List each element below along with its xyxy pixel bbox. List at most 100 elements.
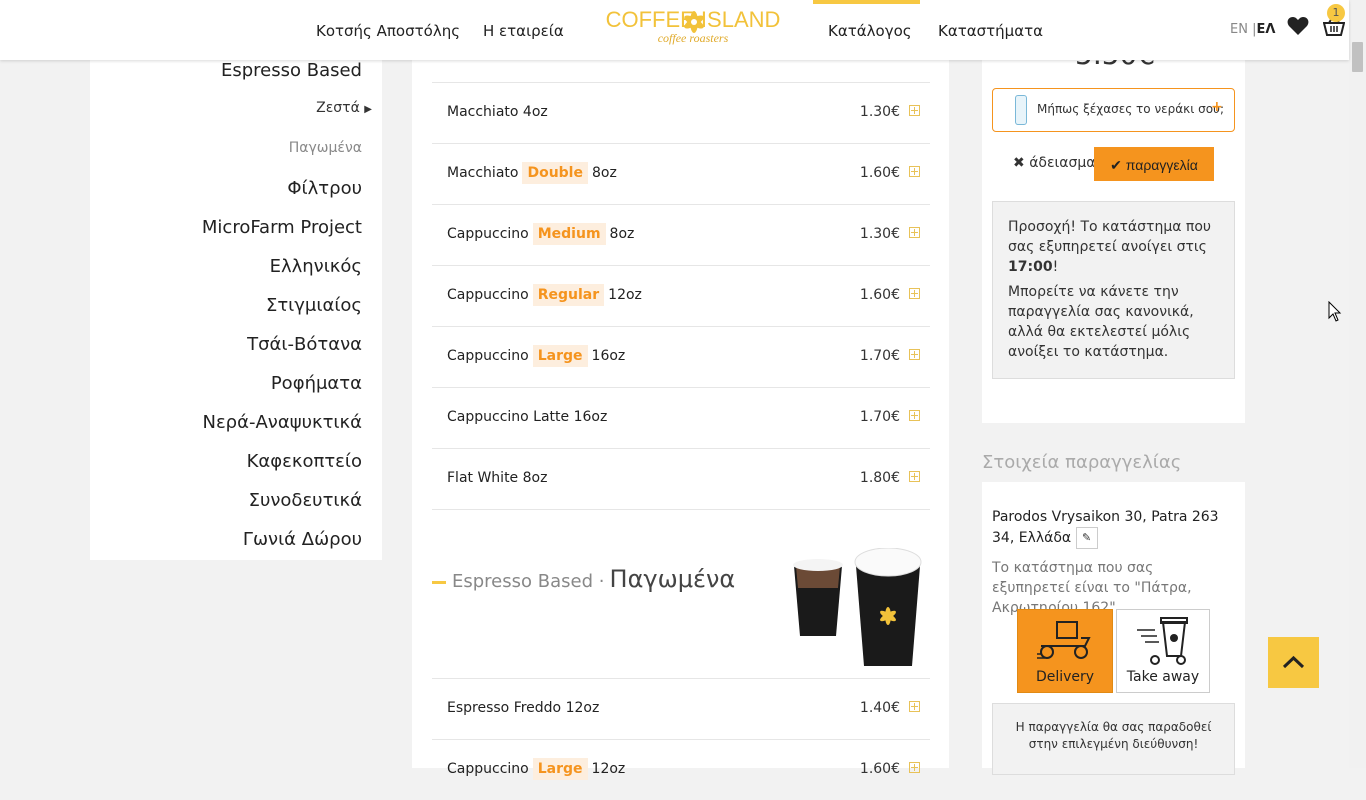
language-switcher: EN |ΕΛ <box>1230 22 1275 37</box>
product-name: Flat White <box>447 470 519 486</box>
divider <box>432 509 930 511</box>
product-name: Macchiato <box>447 104 519 120</box>
takeaway-option-button[interactable]: Take away <box>1116 609 1210 693</box>
close-icon: ✖ <box>1013 155 1025 171</box>
sidebar-item-microfarm[interactable]: MicroFarm Project <box>202 217 362 238</box>
clear-cart-link[interactable]: ✖ άδειασμα <box>1013 155 1096 171</box>
product-name: Cappuccino <box>447 226 529 242</box>
lang-en-link[interactable]: EN <box>1230 22 1248 37</box>
add-to-cart-icon[interactable] <box>909 166 920 177</box>
delivery-option-button[interactable]: Delivery <box>1017 609 1113 693</box>
product-row[interactable]: Cappuccino Regular 12oz 1.60€ <box>432 265 930 326</box>
nav-company[interactable]: Η εταιρεία <box>483 22 564 40</box>
size-tag: Large <box>532 345 588 367</box>
add-to-cart-icon[interactable] <box>909 105 920 116</box>
scroll-to-top-button[interactable] <box>1268 637 1319 688</box>
product-name-line: Macchiato 4oz <box>447 104 548 120</box>
sidebar-item-accompaniments[interactable]: Συνοδευτικά <box>249 490 362 511</box>
delivery-info-text: Η παραγγελία θα σας παραδοθεί στην επιλε… <box>1015 720 1212 751</box>
product-name-line: Macchiato Double 8oz <box>447 162 617 184</box>
product-size: 8oz <box>522 470 548 486</box>
store-closed-notice: Προσοχή! Το κατάστημα που σας εξυπηρετεί… <box>992 201 1235 379</box>
sidebar-item-tea-herbs[interactable]: Τσάι-Βότανα <box>247 334 362 355</box>
nav-stores[interactable]: Καταστήματα <box>938 22 1043 40</box>
water-upsell-text: Μήπως ξέχασες το νεράκι σου; <box>1037 102 1225 116</box>
product-name: Cappuccino <box>447 348 529 364</box>
place-order-button[interactable]: ✔ παραγγελία <box>1094 147 1214 181</box>
lang-el-link[interactable]: ΕΛ <box>1256 22 1275 37</box>
notice-open-time: 17:00 <box>1008 259 1053 275</box>
delivery-info-box: Η παραγγελία θα σας παραδοθεί στην επιλε… <box>992 703 1235 775</box>
add-to-cart-icon[interactable] <box>909 288 920 299</box>
scrollbar-thumb[interactable] <box>1352 42 1363 72</box>
sidebar-sub-hot[interactable]: Ζεστά ▶ <box>316 100 372 116</box>
product-price: 1.70€ <box>859 409 900 425</box>
product-row[interactable]: Cappuccino Large 12oz 1.60€ <box>432 739 930 800</box>
order-details-heading: Στοιχεία παραγγελίας <box>982 452 1182 473</box>
product-name-line: Cappuccino Large 12oz <box>447 758 626 780</box>
product-row[interactable]: Cappuccino Latte 16oz 1.70€ <box>432 387 930 448</box>
product-name-line: Cappuccino Large 16oz <box>447 345 626 367</box>
sidebar-item-roastery[interactable]: Καφεκοπτείο <box>247 451 362 472</box>
sidebar-sub-cold[interactable]: Παγωμένα <box>289 140 362 156</box>
scooter-icon <box>1037 621 1091 659</box>
product-row[interactable]: Flat White 8oz 1.80€ <box>432 448 930 509</box>
sidebar-item-filter[interactable]: Φίλτρου <box>287 178 362 199</box>
product-size: 16oz <box>573 409 608 425</box>
delivery-address-text: Parodos Vrysaikon 30, Patra 263 34, Ελλά… <box>992 509 1219 546</box>
product-name-line: Flat White 8oz <box>447 470 547 486</box>
product-row[interactable]: Macchiato 4oz 1.30€ <box>432 82 930 143</box>
notice-line-1: Προσοχή! Το κατάστημα που σας εξυπηρετεί… <box>993 202 1234 277</box>
sidebar-item-instant[interactable]: Στιγμιαίος <box>266 295 362 316</box>
product-name-line: Cappuccino Latte 16oz <box>447 409 607 425</box>
product-size: 12oz <box>591 761 626 777</box>
notice-text-1-end: ! <box>1052 259 1059 275</box>
product-price: 1.30€ <box>859 226 900 242</box>
page-scrollbar[interactable] <box>1349 0 1366 768</box>
section-dash <box>432 581 446 584</box>
product-name-line: Cappuccino Medium 8oz <box>447 223 635 245</box>
product-row[interactable]: Macchiato Double 8oz 1.60€ <box>432 143 930 204</box>
product-size: 12oz <box>565 700 600 716</box>
caret-right-icon: ▶ <box>364 104 372 115</box>
product-name: Cappuccino <box>447 287 529 303</box>
sidebar-item-espresso-based[interactable]: Espresso Based <box>221 60 362 81</box>
notice-text-2: Μπορείτε να κάνετε την παραγγελία σας κα… <box>1008 284 1194 360</box>
product-size: 12oz <box>608 287 642 303</box>
add-to-cart-icon[interactable] <box>909 349 920 360</box>
product-price: 1.80€ <box>859 470 900 486</box>
product-size: 8oz <box>609 226 635 242</box>
product-price: 1.60€ <box>859 287 900 303</box>
product-price: 1.30€ <box>859 104 900 120</box>
product-name-line: Cappuccino Regular 12oz <box>447 284 642 306</box>
heart-icon[interactable] <box>1287 16 1309 36</box>
add-to-cart-icon[interactable] <box>909 227 920 238</box>
product-row[interactable]: Cappuccino Medium 8oz 1.30€ <box>432 204 930 265</box>
add-to-cart-icon[interactable] <box>909 471 920 482</box>
sidebar-item-gift-corner[interactable]: Γωνιά Δώρου <box>243 529 362 550</box>
size-tag: Large <box>532 758 588 780</box>
section-heading: Espresso Based · Παγωμένα <box>432 565 735 593</box>
sidebar-item-beverages[interactable]: Ροφήματα <box>271 373 362 394</box>
add-to-cart-icon[interactable] <box>909 410 920 421</box>
add-to-cart-icon[interactable] <box>909 701 920 712</box>
sidebar-item-water-soft-drinks[interactable]: Νερά-Αναψυκτικά <box>202 412 362 433</box>
product-name: Espresso Freddo <box>447 700 562 716</box>
mouse-cursor-icon <box>1328 301 1342 322</box>
sidebar-sub-hot-label: Ζεστά <box>316 100 360 116</box>
size-tag: Regular <box>532 284 605 306</box>
size-tag: Medium <box>532 223 606 245</box>
coffee-island-logo[interactable]: COFFEE ISLAND coffee roasters <box>605 8 781 54</box>
product-row[interactable]: Cappuccino Large 16oz 1.70€ <box>432 326 930 387</box>
takeaway-cup-icon <box>1137 617 1188 665</box>
nav-user-account[interactable]: Κοτσής Αποστόλης <box>316 22 460 40</box>
product-row[interactable]: Espresso Freddo 12oz 1.40€ <box>432 678 930 739</box>
pencil-icon[interactable]: ✎ <box>1075 527 1098 549</box>
product-price: 1.60€ <box>859 165 900 181</box>
product-size: 16oz <box>591 348 626 364</box>
water-bottle-icon <box>1015 95 1027 125</box>
sidebar-item-greek[interactable]: Ελληνικός <box>270 256 362 277</box>
water-upsell-button[interactable]: Μήπως ξέχασες το νεράκι σου; + <box>992 88 1235 132</box>
nav-catalog[interactable]: Κατάλογος <box>828 22 912 40</box>
check-icon: ✔ <box>1110 157 1122 173</box>
